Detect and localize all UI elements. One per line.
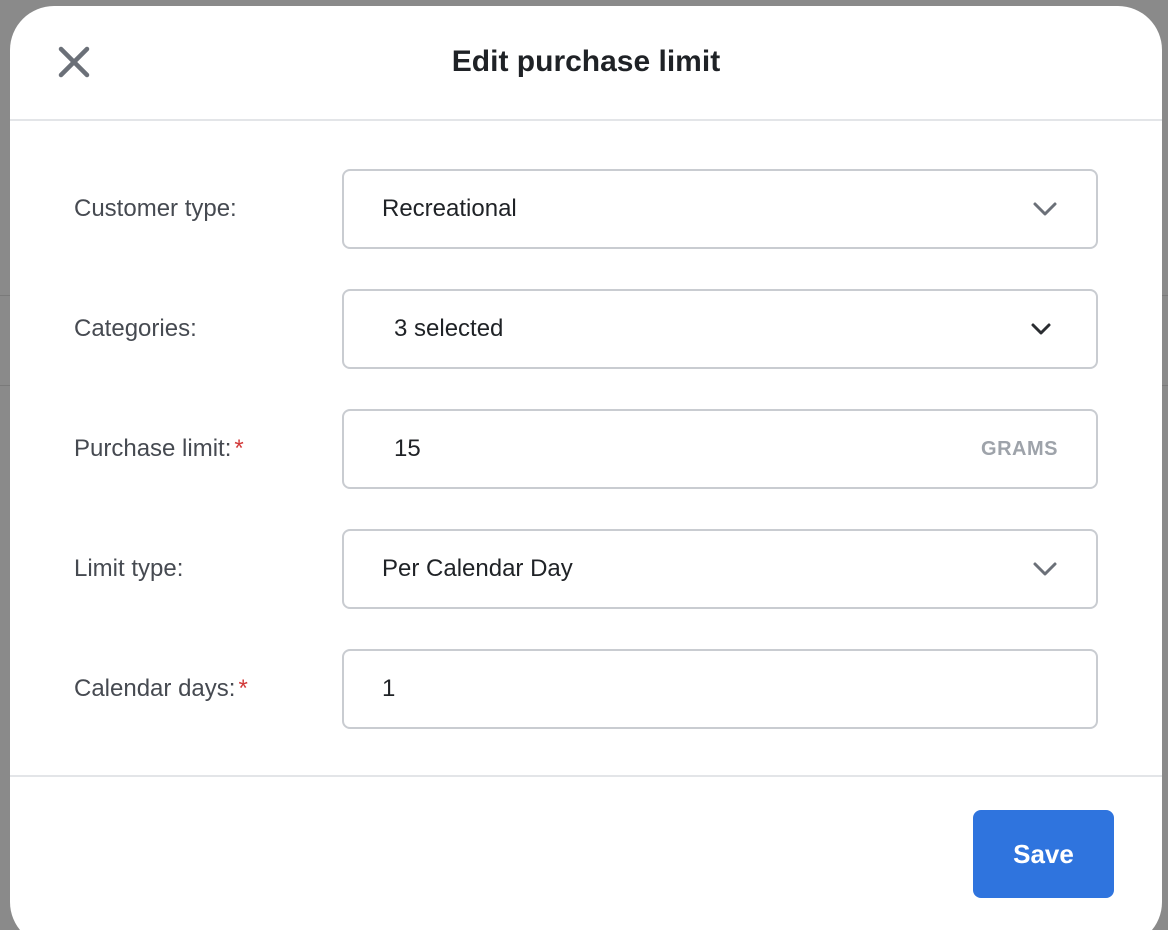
dialog-header: Edit purchase limit: [10, 6, 1162, 121]
limit-type-label: Limit type:: [74, 555, 184, 582]
limit-type-value: Per Calendar Day: [382, 555, 573, 582]
purchase-limit-label: Purchase limit: *: [74, 435, 244, 462]
customer-type-row: Customer type: Recreational: [10, 169, 1162, 249]
limit-type-row: Limit type: Per Calendar Day: [10, 529, 1162, 609]
customer-type-value: Recreational: [382, 195, 517, 222]
categories-multiselect[interactable]: 3 selected: [342, 289, 1098, 369]
customer-type-label: Customer type:: [74, 195, 237, 222]
purchase-limit-value: 15: [394, 435, 421, 462]
required-indicator: *: [238, 675, 248, 702]
chevron-down-icon: [1033, 562, 1057, 576]
categories-value: 3 selected: [394, 315, 504, 342]
calendar-days-row: Calendar days: * 1: [10, 649, 1162, 729]
customer-type-select[interactable]: Recreational: [342, 169, 1098, 249]
limit-type-select[interactable]: Per Calendar Day: [342, 529, 1098, 609]
categories-label: Categories:: [74, 315, 197, 342]
dialog-title: Edit purchase limit: [451, 45, 721, 78]
save-button[interactable]: Save: [973, 810, 1114, 898]
purchase-limit-input[interactable]: 15 GRAMS: [342, 409, 1098, 489]
unit-suffix: GRAMS: [981, 438, 1058, 460]
calendar-days-label: Calendar days: *: [74, 675, 248, 702]
chevron-down-icon: [1033, 202, 1057, 216]
chevron-down-icon: [1031, 323, 1051, 335]
calendar-days-value: 1: [382, 675, 396, 702]
required-indicator: *: [234, 435, 244, 462]
calendar-days-input[interactable]: 1: [342, 649, 1098, 729]
edit-purchase-limit-dialog: Edit purchase limit Customer type: Recre…: [10, 6, 1162, 930]
footer-divider: [10, 775, 1162, 777]
categories-row: Categories: 3 selected: [10, 289, 1162, 369]
purchase-limit-row: Purchase limit: * 15 GRAMS: [10, 409, 1162, 489]
